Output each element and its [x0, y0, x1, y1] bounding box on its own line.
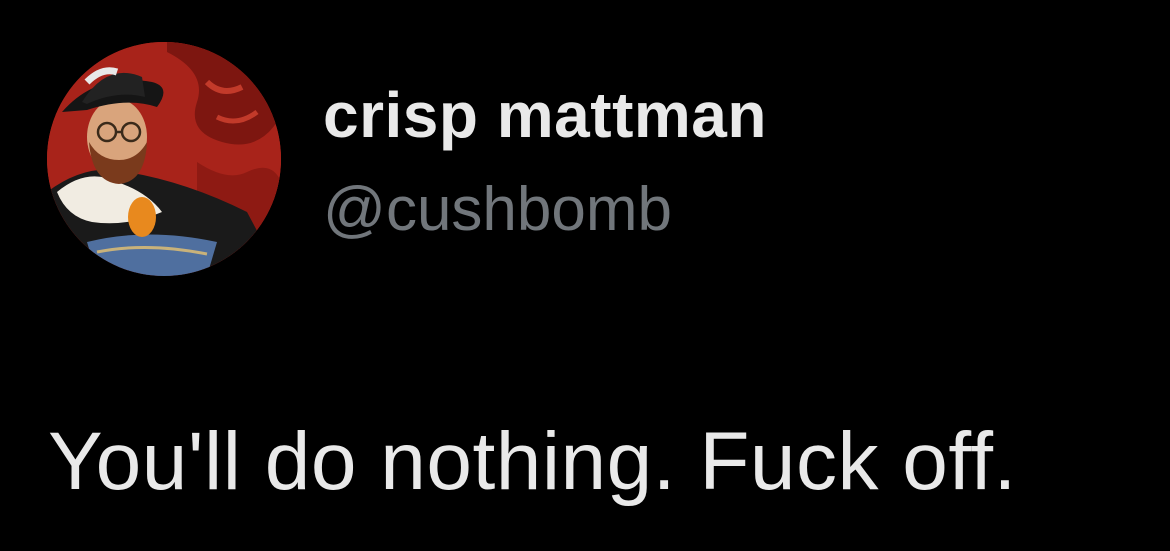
- tweet-text: You'll do nothing. Fuck off.: [48, 416, 1017, 507]
- avatar[interactable]: [47, 42, 281, 276]
- author-handle[interactable]: @cushbomb: [323, 174, 672, 245]
- avatar-portrait-icon: [47, 42, 281, 276]
- author-display-name[interactable]: crisp mattman: [323, 78, 767, 152]
- tweet-card: crisp mattman @cushbomb You'll do nothin…: [0, 0, 1170, 551]
